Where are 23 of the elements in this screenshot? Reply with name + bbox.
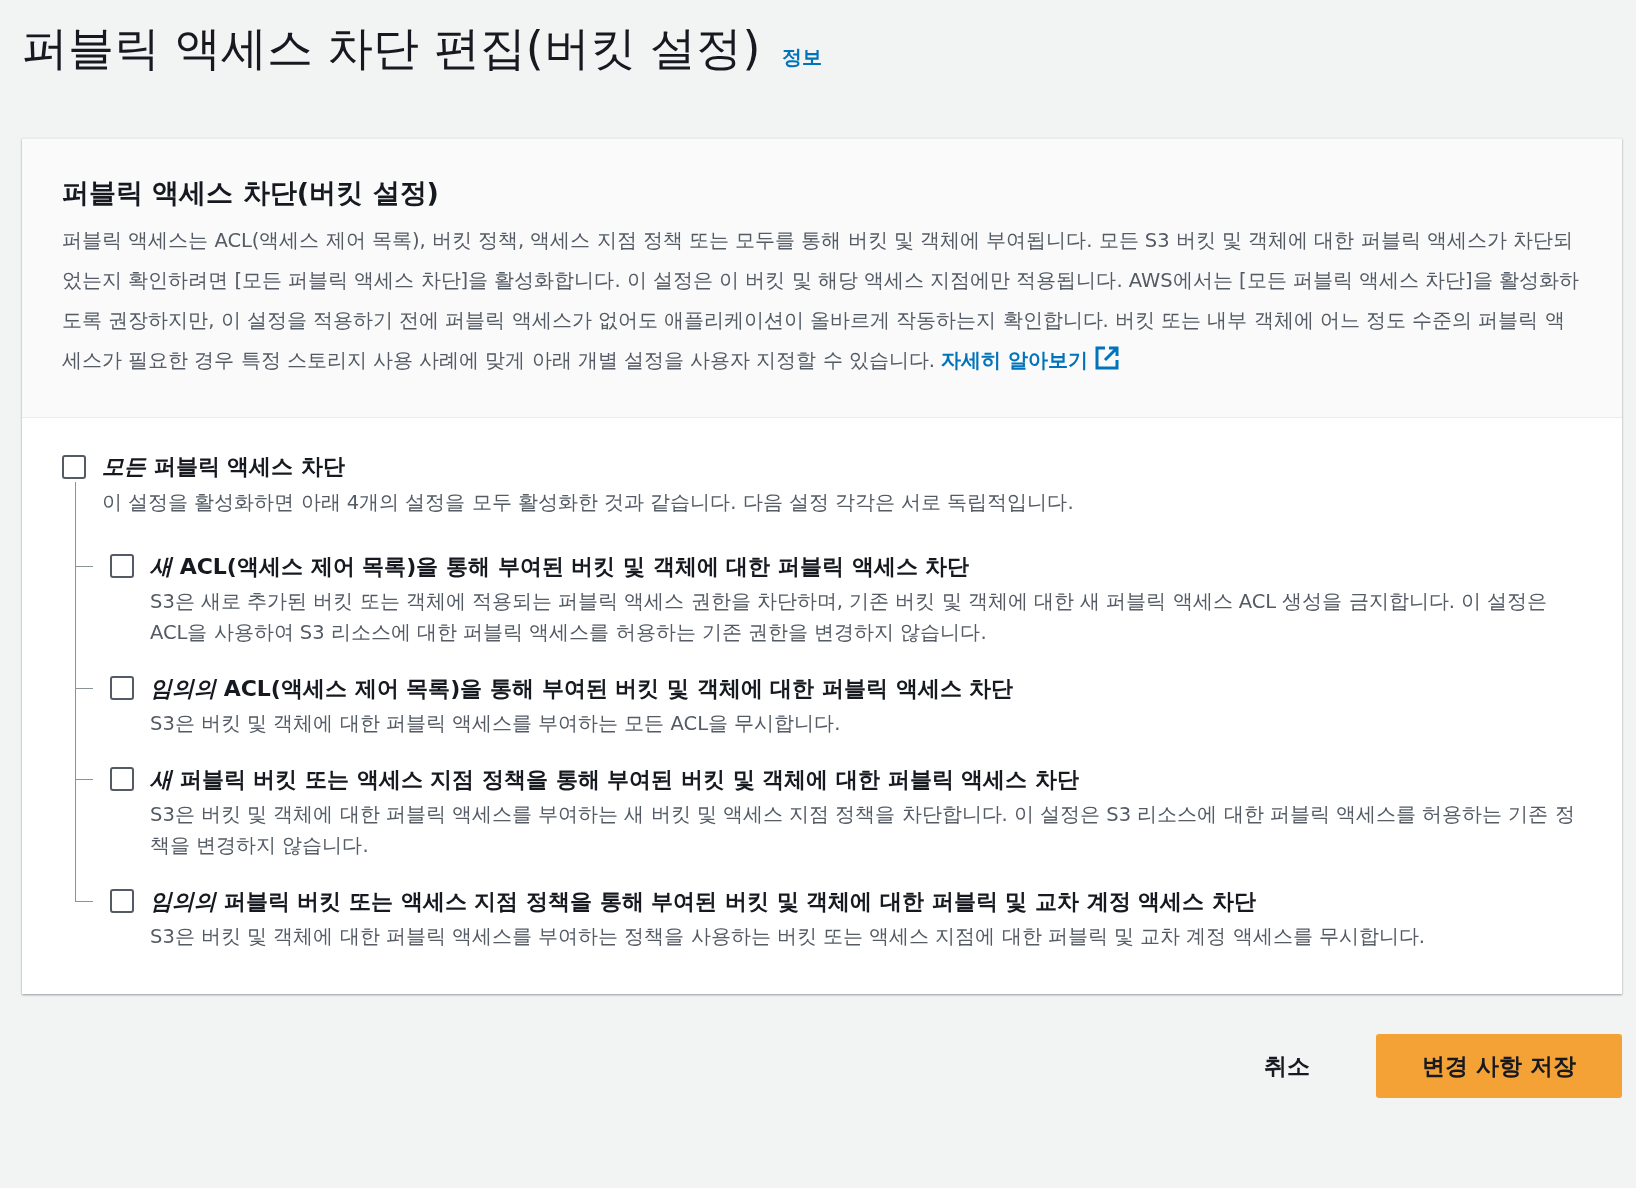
checkbox[interactable] — [110, 554, 134, 578]
option-description: S3은 버킷 및 객체에 대한 퍼블릭 액세스를 부여하는 새 버킷 및 액세스 지점 정책을 차단합니다. 이 설정은 S3 리소스에 대한 퍼블릭 액세스를 허용하는 기존 정책을 변경하지 않습니다. — [150, 802, 1576, 859]
option-label: 모든 퍼블릭 액세스 차단 — [102, 453, 345, 481]
external-link-icon — [1094, 345, 1120, 371]
checkbox[interactable] — [110, 889, 134, 913]
option-description: S3은 새로 추가된 버킷 또는 객체에 적용되는 퍼블릭 액세스 권한을 차단하며, 기존 버킷 및 객체에 대한 새 퍼블릭 액세스 ACL 생성을 금지합니다. 이 설정은 ACL을 사용하여 S3 리소스에 대한 퍼블릭 액세스를 허용하는 기존 권한을 변경하지 않습니다. — [150, 589, 1549, 646]
section-heading: 퍼블릭 액세스 차단(버킷 설정) — [62, 176, 440, 210]
info-link[interactable]: 정보 — [782, 44, 823, 71]
option-label: 새 ACL(액세스 제어 목록)을 통해 부여된 버킷 및 객체에 대한 퍼블릭 액세스 차단 — [150, 553, 971, 581]
page-title: 퍼블릭 액세스 차단 편집(버킷 설정) — [22, 20, 761, 77]
option-label: 임의의 ACL(액세스 제어 목록)을 통해 부여된 버킷 및 객체에 대한 퍼블릭 액세스 차단 — [150, 675, 1014, 703]
option-label: 새 퍼블릭 버킷 또는 액세스 지점 정책을 통해 부여된 버킷 및 객체에 대한 퍼블릭 액세스 차단 — [150, 766, 1080, 794]
learn-more-link[interactable]: 자세히 알아보기 — [941, 349, 1120, 372]
cancel-button[interactable]: 취소 — [1254, 1040, 1320, 1092]
checkbox[interactable] — [110, 676, 134, 700]
option-description: S3은 버킷 및 객체에 대한 퍼블릭 액세스를 부여하는 정책을 사용하는 버킷 또는 액세스 지점에 대한 퍼블릭 및 교차 계정 액세스를 무시합니다. — [150, 924, 1425, 950]
section-description: 퍼블릭 액세스는 ACL(액세스 제어 목록), 버킷 정책, 액세스 지점 정책 또는 모두를 통해 버킷 및 객체에 부여됩니다. 모든 S3 버킷 및 객체에 대한 퍼블릭 액세스가 차단되었는지 확인하려면 [모든 퍼블릭 액세스 차단]을 활성화합니다. 이 설정은 이 버킷 및 해당 액세스 지점에만 적용됩니다. AWS에서는 [모든 퍼블릭 액세스 차단]을 활성화하도록 권장하지만, 이 설정을 적용하기 전에 퍼블릭 액세스가 없어도 애플리케이션이 올바르게 작동하는지 확인합니다. 버킷 또는 내부 객체에 어느 정도 수준의 퍼블릭 액세스가 필요한 경우 특정 스토리지 사용 사례에 맞게 아래 개별 설정을 사용자 지정할 수 있습니다. 자세히 알아보기 — [62, 228, 1580, 374]
checkbox[interactable] — [110, 767, 134, 791]
save-button[interactable]: 변경 사항 저장 — [1376, 1034, 1622, 1098]
option-description: 이 설정을 활성화하면 아래 4개의 설정을 모두 활성화한 것과 같습니다. 다음 설정 각각은 서로 독립적입니다. — [75, 482, 1582, 526]
checkbox[interactable] — [62, 455, 86, 479]
option-label: 임의의 퍼블릭 버킷 또는 액세스 지점 정책을 통해 부여된 버킷 및 객체에 대한 퍼블릭 및 교차 계정 액세스 차단 — [150, 888, 1257, 916]
option-description: S3은 버킷 및 객체에 대한 퍼블릭 액세스를 부여하는 모든 ACL을 무시합니다. — [150, 711, 842, 737]
